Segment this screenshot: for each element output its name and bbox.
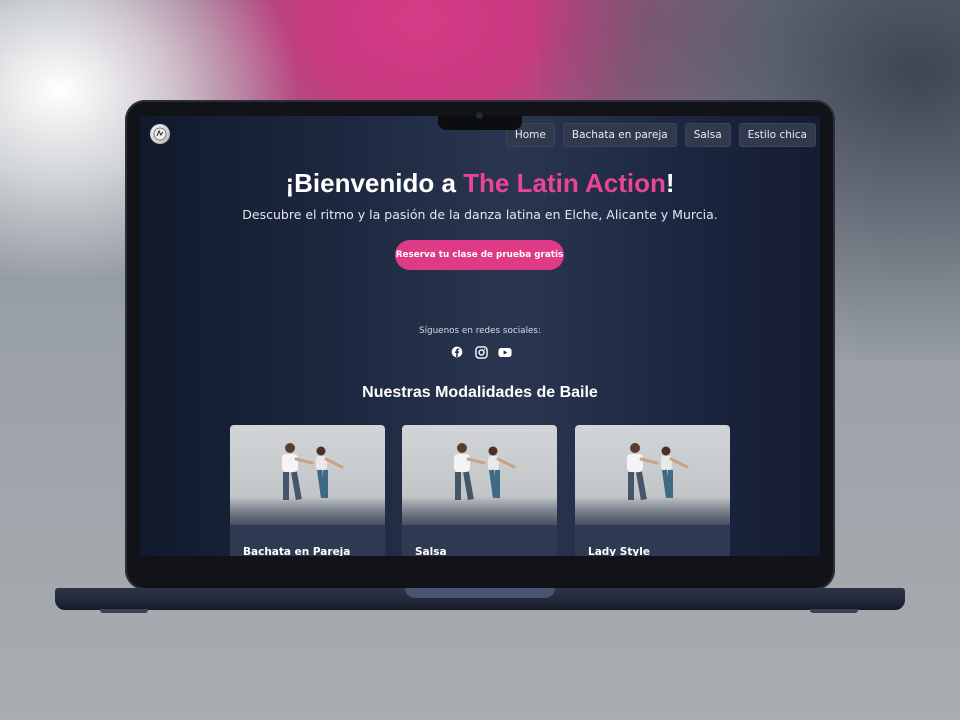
photo-floor-shade [575, 497, 730, 525]
laptop-foot-left [100, 609, 148, 613]
hero-title-suffix: ! [665, 168, 675, 198]
hero-title: ¡Bienvenido a The Latin Action! [140, 168, 820, 199]
main-nav: Home Bachata en pareja Salsa Estilo chic… [505, 123, 816, 147]
photo-floor-shade [402, 497, 557, 525]
modality-card-bachata[interactable]: Bachata en Pareja [230, 425, 385, 556]
modality-card-salsa[interactable]: Salsa [402, 425, 557, 556]
photo-floor-shade [230, 497, 385, 525]
site-logo[interactable] [150, 124, 170, 144]
dance-couple-photo [230, 425, 385, 525]
modality-card-label: Bachata en Pareja [243, 546, 351, 556]
social-icons [450, 345, 512, 359]
modality-card-label: Lady Style [588, 546, 650, 556]
laptop-screen: Home Bachata en pareja Salsa Estilo chic… [140, 116, 820, 556]
dance-couple-photo [402, 425, 557, 525]
dance-couple-photo [575, 425, 730, 525]
youtube-icon[interactable] [498, 345, 512, 359]
hero-title-prefix: ¡Bienvenido a [285, 168, 464, 198]
cta-trial-class-button[interactable]: Reserva tu clase de prueba gratis [395, 240, 564, 270]
modality-card-lady-style[interactable]: Lady Style [575, 425, 730, 556]
camera-icon [476, 112, 483, 119]
nav-estilo-chica[interactable]: Estilo chica [738, 123, 816, 147]
hero-subtitle: Descubre el ritmo y la pasión de la danz… [242, 207, 718, 222]
hero-title-accent: The Latin Action [463, 168, 666, 198]
logo-icon [153, 127, 167, 141]
laptop-base-lip [405, 588, 555, 598]
social-label: Síguenos en redes sociales: [419, 326, 541, 336]
laptop-foot-right [810, 609, 858, 613]
modalities-title: Nuestras Modalidades de Baile [362, 384, 598, 401]
facebook-icon[interactable] [450, 345, 464, 359]
modality-card-label: Salsa [415, 546, 447, 556]
nav-salsa[interactable]: Salsa [684, 123, 731, 147]
instagram-icon[interactable] [474, 345, 488, 359]
nav-bachata-en-pareja[interactable]: Bachata en pareja [562, 123, 677, 147]
